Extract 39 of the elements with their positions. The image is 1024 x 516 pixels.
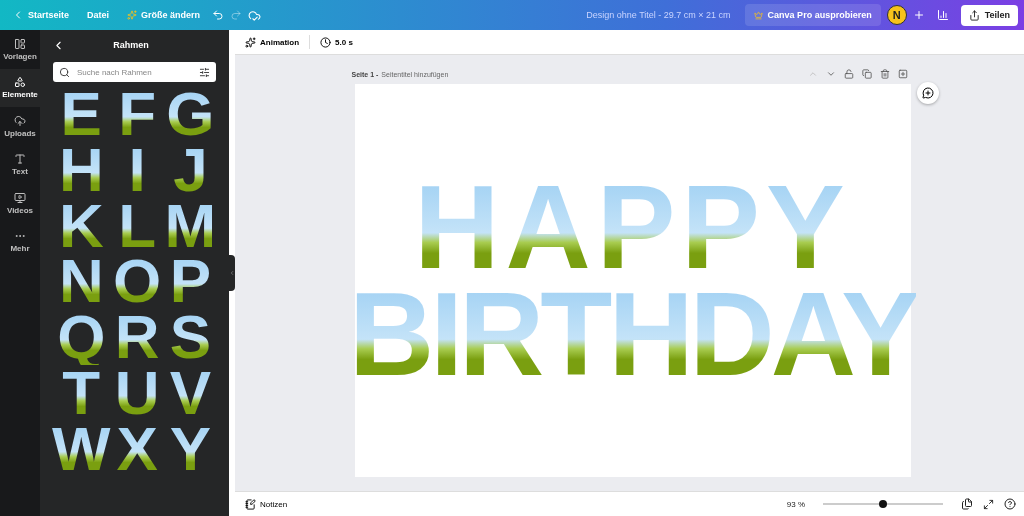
chart-icon[interactable] xyxy=(936,9,949,21)
text-icon xyxy=(14,153,26,166)
filter-icon[interactable] xyxy=(199,66,210,78)
fullscreen-icon[interactable] xyxy=(983,498,994,510)
duplicate-icon[interactable] xyxy=(861,69,872,79)
notes-icon xyxy=(245,498,256,510)
pro-trial-button[interactable]: Canva Pro ausprobieren xyxy=(744,4,881,26)
help-icon[interactable] xyxy=(1004,498,1016,510)
uploads-icon xyxy=(14,114,26,127)
add-page-icon[interactable] xyxy=(897,69,908,79)
pages-icon[interactable] xyxy=(961,498,973,510)
design-title: Design ohne Titel - 29.7 cm × 21 cm xyxy=(586,10,731,20)
share-button[interactable]: Teilen xyxy=(960,4,1018,26)
unlock-icon[interactable] xyxy=(843,69,854,79)
search-field[interactable]: Suche nach Rahmen xyxy=(53,62,216,82)
animation-button[interactable]: Animation xyxy=(243,34,302,50)
comment-button[interactable] xyxy=(916,82,939,104)
share-icon xyxy=(968,9,980,21)
animation-icon xyxy=(245,36,256,48)
elements-icon xyxy=(14,76,26,89)
crown-icon xyxy=(753,10,763,20)
duration-button[interactable]: 5.0 s xyxy=(318,34,355,50)
notes-button[interactable]: Notizen xyxy=(243,496,290,512)
sparkle-icon xyxy=(127,10,138,20)
delete-icon[interactable] xyxy=(879,69,890,79)
chevron-down-icon[interactable] xyxy=(825,69,836,79)
cloud-check-icon[interactable] xyxy=(248,8,262,22)
clock-icon xyxy=(320,36,332,48)
undo-icon[interactable] xyxy=(212,9,225,21)
search-icon xyxy=(59,66,70,78)
nav-item[interactable]: Elemente xyxy=(0,68,40,107)
user-avatar[interactable]: N xyxy=(886,5,907,25)
comment-plus-icon xyxy=(921,87,934,99)
collapse-handle[interactable] xyxy=(229,255,235,291)
videos-icon xyxy=(14,191,26,204)
plus-icon[interactable] xyxy=(912,9,925,21)
panel-title: Rahmen xyxy=(112,40,150,50)
zoom-value: 93 % xyxy=(786,499,805,509)
templates-icon xyxy=(14,37,26,50)
